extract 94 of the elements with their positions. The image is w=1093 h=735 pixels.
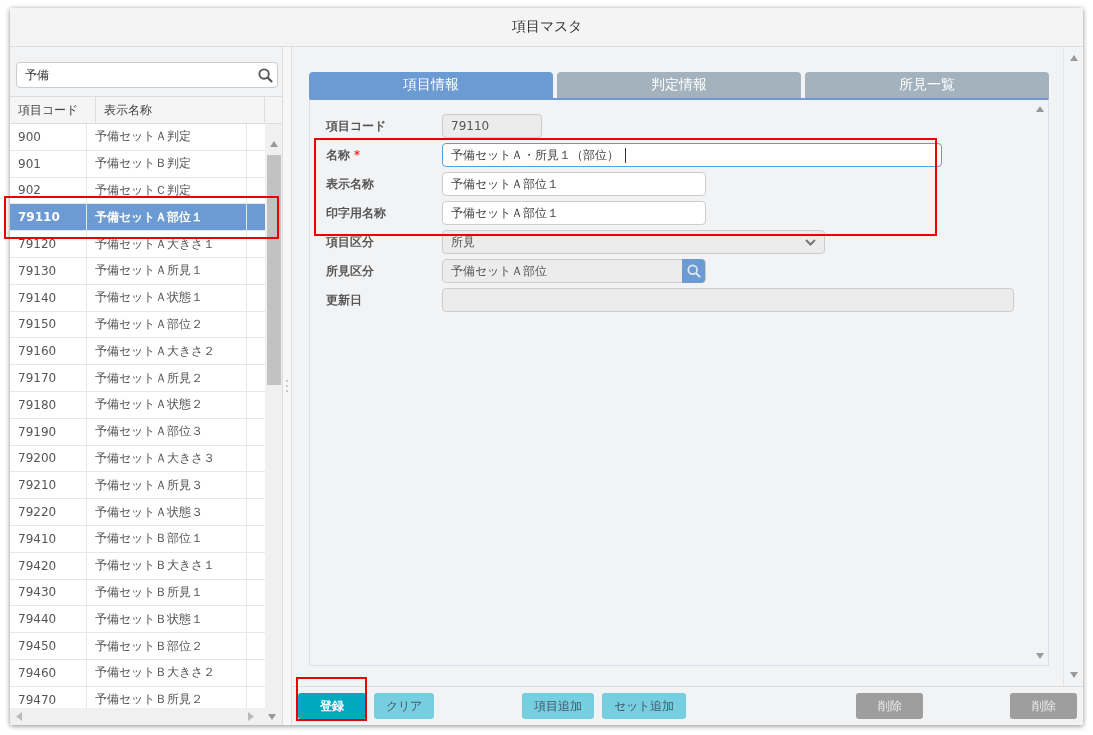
search-field[interactable]: 予備 [16,62,278,88]
table-cell: 予備セットＡ部位３ [87,418,247,445]
table-row[interactable]: 79210 予備セットＡ所見３ [10,472,265,500]
table-cell: 予備セットＡ大きさ３ [87,445,247,472]
table-row[interactable]: 79450 予備セットＢ部位２ [10,633,265,660]
table-cell: 予備セットＡ所見３ [87,472,247,499]
field-label: 印字用名称 [326,205,386,221]
table-cell: 79180 [10,391,87,418]
action-button[interactable]: クリア [374,693,434,719]
window-title: 項目マスタ [511,18,582,36]
table-cell: 79150 [10,311,87,338]
table-cell: 79190 [10,418,87,445]
scroll-up-icon[interactable] [269,141,278,147]
splitter-handle[interactable] [282,47,292,725]
action-button[interactable]: セット追加 [602,693,686,719]
table-row[interactable]: 79170 予備セットＡ所見２ [10,365,265,392]
table-cell: 79410 [10,525,87,552]
scroll-up-icon[interactable] [1069,55,1078,61]
table-row[interactable]: 79140 予備セットＡ状態１ [10,284,265,312]
scroll-down-icon[interactable] [1069,672,1078,678]
table-cell: 予備セットＢ部位２ [87,633,247,659]
table-cell: 予備セットＡ部位１ [87,204,247,231]
scrollbar[interactable] [1063,47,1083,686]
table-cell: 79120 [10,231,87,257]
table-cell: 予備セットＢ大きさ２ [87,659,247,686]
table-cell: 予備セットＡ状態２ [87,391,247,418]
scrollbar[interactable] [10,708,282,725]
table-row[interactable]: 79430 予備セットＢ所見１ [10,579,265,607]
table-cell: 予備セットＣ判定 [87,177,247,204]
highlight-frame [296,677,367,721]
table-row[interactable]: 79180 予備セットＡ状態２ [10,391,265,419]
table-row[interactable]: 900 予備セットＡ判定 [10,124,265,151]
table-row[interactable]: 79130 予備セットＡ所見１ [10,258,265,285]
field-label: 項目コード [326,118,386,134]
required-mark: * [354,147,360,163]
table-row[interactable]: 79190 予備セットＡ部位３ [10,418,265,446]
table-row[interactable]: 79150 予備セットＡ部位２ [10,311,265,339]
field-label: 更新日 [326,292,362,308]
input-field[interactable]: 予備セットＡ部位１ [442,201,706,225]
input-field[interactable]: 予備セットＡ・所見１（部位） [442,143,942,167]
table-row[interactable]: 79200 予備セットＡ大きさ３ [10,445,265,473]
field-label: 項目区分 [326,234,374,250]
table-row[interactable]: 79410 予備セットＢ部位１ [10,525,265,553]
table-cell: 79110 [10,204,87,231]
table-cell: 79220 [10,499,87,525]
column-header[interactable]: 項目コード [10,97,96,123]
table-cell: 900 [10,124,87,150]
table-cell: 予備セットＡ大きさ１ [87,231,247,257]
table-cell: 79130 [10,258,87,284]
table-cell: 79420 [10,552,87,579]
scroll-up-icon[interactable] [1035,106,1044,112]
column-header[interactable]: 表示名称 [96,97,265,123]
table-cell: 79200 [10,445,87,472]
table-row[interactable]: 79220 予備セットＡ状態３ [10,499,265,526]
field-label: 表示名称 [326,176,374,192]
table-cell: 79450 [10,633,87,659]
table-cell: 予備セットＡ状態３ [87,499,247,525]
search-icon[interactable] [258,67,273,83]
table-cell: 予備セットＡ判定 [87,124,247,150]
table-cell: 79430 [10,579,87,606]
scroll-left-icon[interactable] [16,712,22,721]
table-cell: 予備セットＢ所見１ [87,579,247,606]
table-row[interactable]: 79440 予備セットＢ状態１ [10,606,265,634]
table-cell: 79140 [10,284,87,311]
table-row[interactable]: 79420 予備セットＢ大きさ１ [10,552,265,580]
table-cell: 79440 [10,606,87,633]
table-cell: 予備セットＡ所見２ [87,365,247,391]
scrollbar[interactable] [265,124,282,708]
action-button[interactable]: 項目追加 [522,693,594,719]
scroll-down-icon[interactable] [1035,653,1044,659]
table-cell: 901 [10,150,87,177]
table-row[interactable]: 79460 予備セットＢ大きさ２ [10,659,265,687]
table-cell: 79170 [10,365,87,391]
table-cell: 予備セットＡ所見１ [87,258,247,284]
table-cell: 79210 [10,472,87,499]
field-label: 名称 [326,147,350,163]
scroll-right-icon[interactable] [248,712,254,721]
table-cell: 予備セットＡ状態１ [87,284,247,311]
table-cell: 予備セットＡ大きさ２ [87,338,247,365]
scroll-down-icon[interactable] [268,713,276,720]
field-label: 所見区分 [326,263,374,279]
table-cell: 予備セットＢ判定 [87,150,247,177]
table-row[interactable]: 901 予備セットＢ判定 [10,150,265,178]
table-cell: 予備セットＢ部位１ [87,525,247,552]
table-cell: 予備セットＢ状態１ [87,606,247,633]
table-row[interactable]: 79120 予備セットＡ大きさ１ [10,231,265,258]
table-cell: 予備セットＢ大きさ１ [87,552,247,579]
chevron-down-icon [805,238,816,246]
table-cell: 902 [10,177,87,204]
table-cell: 79460 [10,659,87,686]
table-cell: 予備セットＡ部位２ [87,311,247,338]
table-cell: 79160 [10,338,87,365]
table-row[interactable]: 79160 予備セットＡ大きさ２ [10,338,265,366]
input-field[interactable]: 予備セットＡ部位１ [442,172,706,196]
